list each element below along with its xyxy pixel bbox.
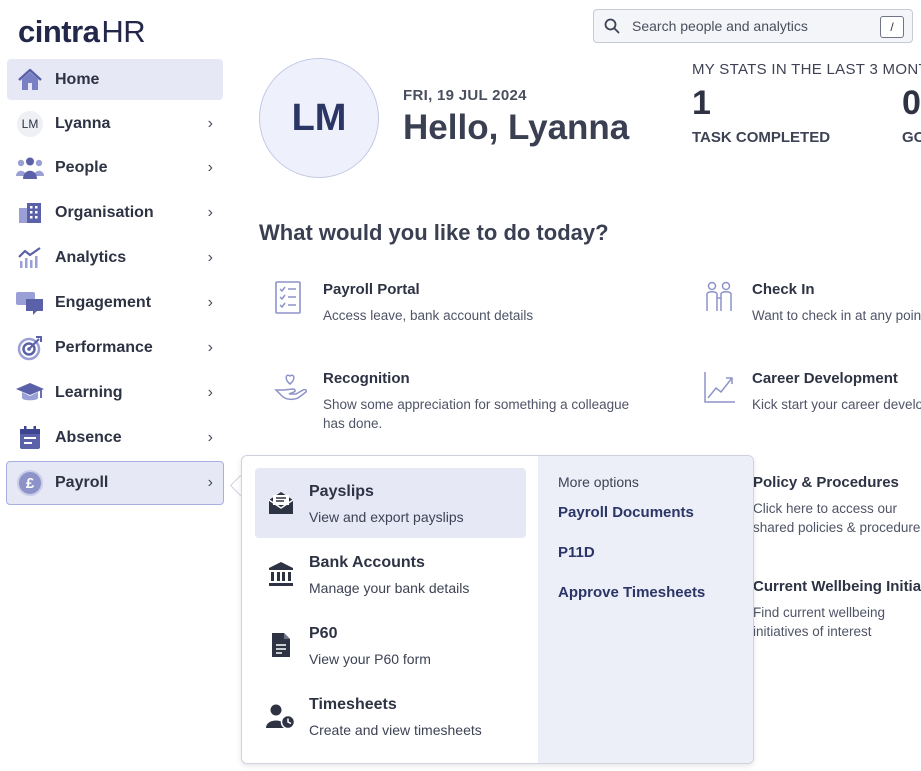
action-check-in[interactable]: Check In Want to check in at any point (703, 281, 921, 331)
action-payroll-portal[interactable]: Payroll Portal Access leave, bank accoun… (274, 281, 674, 331)
user-clock-icon (266, 701, 296, 731)
stat-tasks-label: TASK COMPLETED (692, 129, 831, 146)
chevron-right-icon: › (207, 248, 213, 266)
sidebar-item-label: Payroll (55, 474, 109, 491)
menu-item-description: Manage your bank details (309, 580, 470, 596)
action-title: Recognition (323, 370, 410, 387)
payslip-envelope-icon (266, 488, 296, 518)
action-description: Find current wellbeing initiatives of in… (753, 605, 886, 639)
chevron-right-icon: › (207, 428, 213, 446)
sidebar-item-analytics[interactable]: Analytics › (7, 237, 223, 278)
action-description: Access leave, bank account details (323, 308, 534, 323)
search-input[interactable]: Search people and analytics (632, 18, 808, 34)
growth-chart-icon (704, 372, 735, 403)
avatar-initials: LM (17, 110, 43, 137)
learning-icon (15, 378, 45, 408)
action-description: Kick start your career development (752, 397, 921, 412)
sidebar-item-label: Learning (55, 383, 123, 401)
user-avatar: LM (15, 109, 45, 139)
sidebar-item-label: Lyanna (55, 114, 111, 132)
stats-title: MY STATS IN THE LAST 3 MONTHS (692, 61, 921, 78)
file-icon (266, 630, 296, 660)
more-options-panel: More options Payroll Documents P11D Appr… (538, 456, 753, 763)
sidebar-item-absence[interactable]: Absence › (7, 417, 223, 458)
greeting-heading: Hello, Lyanna (403, 108, 630, 147)
people-icon (15, 153, 45, 183)
menu-item-timesheets[interactable]: Timesheets Create and view timesheets (255, 681, 526, 751)
search-bar[interactable]: Search people and analytics / (593, 9, 913, 43)
heart-hand-icon (274, 374, 307, 401)
pound-icon: £ (15, 468, 45, 498)
checklist-icon (275, 281, 301, 314)
sidebar-item-label: Performance (55, 338, 153, 356)
sidebar-item-home[interactable]: Home (7, 59, 223, 100)
current-date: FRI, 19 JUL 2024 (403, 87, 527, 104)
pound-glyph: £ (17, 470, 43, 496)
menu-item-title: P60 (309, 625, 338, 642)
chevron-right-icon: › (207, 158, 213, 176)
more-options-label: More options (558, 474, 639, 490)
chevron-right-icon: › (207, 474, 213, 491)
menu-item-bank-accounts[interactable]: Bank Accounts Manage your bank details (255, 539, 526, 609)
search-icon (604, 18, 620, 34)
sidebar-item-label: Absence (55, 428, 122, 446)
stat-tasks-value: 1 (692, 84, 711, 122)
action-description: Click here to access our shared policies… (753, 501, 921, 535)
action-description: Want to check in at any point (752, 308, 921, 323)
logo-brand: cintra (18, 14, 100, 49)
action-title: Current Wellbeing Initiatives (753, 578, 921, 595)
engagement-icon (15, 288, 45, 318)
check-in-icon (706, 281, 732, 311)
menu-item-title: Timesheets (309, 696, 397, 713)
chevron-right-icon: › (207, 383, 213, 401)
performance-icon (15, 333, 45, 363)
sidebar-item-label: Organisation (55, 203, 154, 221)
sidebar-item-lyanna[interactable]: LM Lyanna › (7, 103, 223, 144)
menu-item-description: Create and view timesheets (309, 722, 482, 738)
absence-icon (15, 423, 45, 453)
menu-item-description: View your P60 form (309, 651, 431, 667)
link-payroll-documents[interactable]: Payroll Documents (558, 504, 694, 521)
sidebar-item-people[interactable]: People › (7, 147, 223, 188)
cintra-hr-logo[interactable]: cintraHR (18, 14, 146, 50)
profile-avatar[interactable]: LM (259, 58, 379, 178)
action-title: Check In (752, 281, 815, 298)
payroll-flyout-menu: Payslips View and export payslips Bank A… (241, 455, 754, 764)
sidebar-item-engagement[interactable]: Engagement › (7, 282, 223, 323)
action-recognition[interactable]: Recognition Show some appreciation for s… (274, 370, 674, 440)
menu-item-description: View and export payslips (309, 509, 464, 525)
menu-item-p60[interactable]: P60 View your P60 form (255, 610, 526, 680)
sidebar-item-payroll[interactable]: £ Payroll › (6, 461, 224, 505)
sidebar-item-organisation[interactable]: Organisation › (7, 192, 223, 233)
organisation-icon (15, 198, 45, 228)
sidebar-item-learning[interactable]: Learning › (7, 372, 223, 413)
section-title: What would you like to do today? (259, 220, 609, 245)
chevron-right-icon: › (207, 293, 213, 311)
sidebar-item-label: People (55, 158, 108, 176)
stat-goals-value: 0 (902, 84, 921, 122)
link-p11d[interactable]: P11D (558, 544, 595, 561)
stat-goals-label: GO (902, 129, 921, 146)
action-title: Payroll Portal (323, 281, 420, 298)
menu-item-payslips[interactable]: Payslips View and export payslips (255, 468, 526, 538)
logo-suffix: HR (101, 14, 146, 49)
chevron-right-icon: › (207, 338, 213, 356)
chevron-right-icon: › (207, 203, 213, 221)
menu-item-title: Bank Accounts (309, 554, 425, 571)
link-approve-timesheets[interactable]: Approve Timesheets (558, 584, 705, 601)
action-description: Show some appreciation for something a c… (323, 397, 630, 431)
home-icon (15, 65, 45, 95)
sidebar-item-label: Engagement (55, 293, 152, 311)
search-shortcut-key: / (880, 16, 904, 38)
action-career-development[interactable]: Career Development Kick start your caree… (703, 370, 921, 420)
chevron-right-icon: › (207, 114, 213, 132)
action-title: Policy & Procedures (753, 474, 899, 491)
action-title: Career Development (752, 370, 898, 387)
bank-icon (266, 559, 296, 589)
analytics-icon (15, 243, 45, 273)
menu-item-title: Payslips (309, 483, 374, 500)
sidebar-item-performance[interactable]: Performance › (7, 327, 223, 368)
sidebar-item-label: Home (55, 70, 100, 88)
sidebar-item-label: Analytics (55, 248, 127, 266)
